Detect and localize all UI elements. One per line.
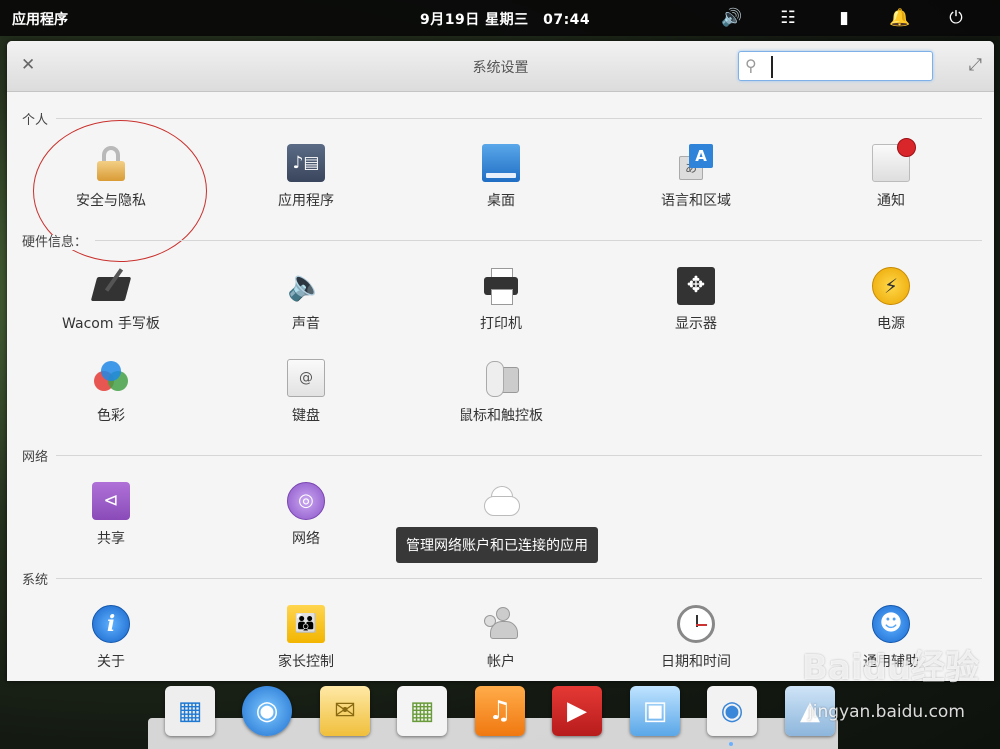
photos-icon[interactable]: ▣ bbox=[630, 686, 680, 736]
maximize-icon[interactable]: ⤢ bbox=[968, 55, 982, 75]
printer-icon bbox=[482, 267, 520, 305]
desktop-icon bbox=[482, 144, 520, 182]
section-title: 网络 bbox=[22, 450, 57, 465]
item-label: 声音 bbox=[292, 316, 320, 332]
item-keyboard[interactable]: @ 键盘 bbox=[231, 359, 381, 425]
network-icon: ◎ bbox=[287, 482, 325, 520]
power-icon[interactable]: ⏻ bbox=[928, 8, 984, 28]
users-icon bbox=[482, 605, 520, 643]
section-title: 硬件信息： bbox=[22, 235, 96, 250]
clock-icon bbox=[677, 605, 715, 643]
battery-icon[interactable]: ▮ bbox=[816, 8, 872, 28]
calendar-icon[interactable]: ▦ bbox=[397, 686, 447, 736]
item-date-time[interactable]: 日期和时间 bbox=[621, 605, 771, 671]
store-icon[interactable]: ▲ bbox=[785, 686, 835, 736]
section-hardware: 硬件信息： bbox=[22, 231, 982, 251]
item-language-region[interactable]: あA 语言和区域 bbox=[621, 144, 771, 210]
item-label: 桌面 bbox=[487, 193, 515, 209]
section-system: 系统 bbox=[22, 569, 982, 589]
item-desktop[interactable]: 桌面 bbox=[426, 144, 576, 210]
running-indicator bbox=[729, 742, 733, 746]
speaker-icon: 🔈 bbox=[287, 268, 325, 303]
section-network: 网络 bbox=[22, 446, 982, 466]
item-label: 色彩 bbox=[97, 408, 125, 424]
tooltip: 管理网络账户和已连接的应用 bbox=[396, 527, 598, 563]
browser-icon[interactable]: ◉ bbox=[242, 686, 292, 736]
item-label: 网络 bbox=[292, 531, 320, 547]
display-icon: ✥ bbox=[677, 267, 715, 305]
item-power[interactable]: ⚡ 电源 bbox=[816, 267, 966, 333]
item-label: 通用辅助 bbox=[863, 654, 919, 670]
item-label: 语言和区域 bbox=[661, 193, 731, 209]
item-label: 显示器 bbox=[675, 316, 717, 332]
system-tray: 🔊 ☷ ▮ 🔔 ⏻ bbox=[704, 8, 984, 28]
item-notifications[interactable]: 通知 bbox=[816, 138, 966, 210]
item-online-accounts[interactable] bbox=[426, 482, 576, 528]
item-label: 通知 bbox=[877, 193, 905, 209]
video-icon[interactable]: ▶ bbox=[552, 686, 602, 736]
item-applications[interactable]: ♪▤ 应用程序 bbox=[231, 144, 381, 210]
music-icon[interactable]: ♫ bbox=[475, 686, 525, 736]
applications-icon: ♪▤ bbox=[287, 144, 325, 182]
panel-clock[interactable]: 9月19日 星期三 07:44 bbox=[420, 9, 590, 29]
section-title: 个人 bbox=[22, 113, 57, 128]
item-label: 关于 bbox=[97, 654, 125, 670]
item-parental-control[interactable]: 👪 家长控制 bbox=[231, 605, 381, 671]
item-label: 电源 bbox=[877, 316, 905, 332]
tablet-icon bbox=[90, 267, 132, 305]
item-security-privacy[interactable]: 安全与隐私 bbox=[36, 144, 186, 210]
item-about[interactable]: i 关于 bbox=[36, 605, 186, 671]
titlebar: ✕ 系统设置 ⚲ ⤢ bbox=[7, 41, 994, 92]
item-sound[interactable]: 🔈 声音 bbox=[231, 267, 381, 333]
item-label: 日期和时间 bbox=[661, 654, 731, 670]
item-printers[interactable]: 打印机 bbox=[426, 267, 576, 333]
mouse-icon bbox=[482, 359, 520, 397]
item-accessibility[interactable]: ☻ 通用辅助 bbox=[816, 605, 966, 671]
item-sharing[interactable]: ⊲ 共享 bbox=[36, 482, 186, 548]
section-title: 系统 bbox=[22, 573, 57, 588]
settings-icon[interactable]: ◉ bbox=[707, 686, 757, 736]
lock-icon bbox=[92, 144, 130, 182]
multitasking-icon[interactable]: ▦ bbox=[165, 686, 215, 736]
item-label: 安全与隐私 bbox=[76, 193, 146, 209]
share-icon: ⊲ bbox=[92, 482, 130, 520]
parental-control-icon: 👪 bbox=[287, 605, 325, 643]
item-displays[interactable]: ✥ 显示器 bbox=[621, 267, 771, 333]
item-mouse-touchpad[interactable]: 鼠标和触控板 bbox=[426, 359, 576, 425]
mail-icon[interactable]: ✉ bbox=[320, 686, 370, 736]
item-label: 打印机 bbox=[480, 316, 522, 332]
applications-menu[interactable]: 应用程序 bbox=[12, 9, 68, 29]
search-input[interactable] bbox=[771, 56, 927, 78]
item-label: 鼠标和触控板 bbox=[459, 408, 543, 424]
volume-icon[interactable]: 🔊 bbox=[704, 8, 760, 28]
color-icon bbox=[92, 359, 130, 397]
item-wacom-tablet[interactable]: Wacom 手写板 bbox=[36, 267, 186, 333]
info-icon: i bbox=[92, 605, 130, 643]
search-box[interactable]: ⚲ bbox=[738, 51, 933, 81]
top-panel: 应用程序 9月19日 星期三 07:44 🔊 ☷ ▮ 🔔 ⏻ bbox=[0, 0, 1000, 36]
item-label: 共享 bbox=[97, 531, 125, 547]
section-personal: 个人 bbox=[22, 109, 982, 129]
item-color[interactable]: 色彩 bbox=[36, 359, 186, 425]
item-label: 应用程序 bbox=[278, 193, 334, 209]
search-icon: ⚲ bbox=[745, 56, 757, 75]
item-label: 家长控制 bbox=[278, 654, 334, 670]
item-user-accounts[interactable]: 帐户 bbox=[426, 605, 576, 671]
notifications-icon bbox=[872, 138, 916, 182]
keyboard-icon: @ bbox=[287, 359, 325, 397]
bell-icon[interactable]: 🔔 bbox=[872, 8, 928, 28]
network-icon[interactable]: ☷ bbox=[760, 8, 816, 28]
accessibility-icon: ☻ bbox=[872, 605, 910, 643]
language-icon: あA bbox=[677, 144, 715, 182]
item-label: Wacom 手写板 bbox=[62, 316, 160, 332]
cloud-icon bbox=[482, 482, 520, 520]
item-label: 帐户 bbox=[487, 654, 515, 670]
item-label: 键盘 bbox=[292, 408, 320, 424]
settings-window: ✕ 系统设置 ⚲ ⤢ 个人 安全与隐私 ♪▤ 应用程序 桌面 あA 语言和区域 … bbox=[7, 41, 994, 681]
power-icon: ⚡ bbox=[872, 267, 910, 305]
item-network[interactable]: ◎ 网络 bbox=[231, 482, 381, 548]
